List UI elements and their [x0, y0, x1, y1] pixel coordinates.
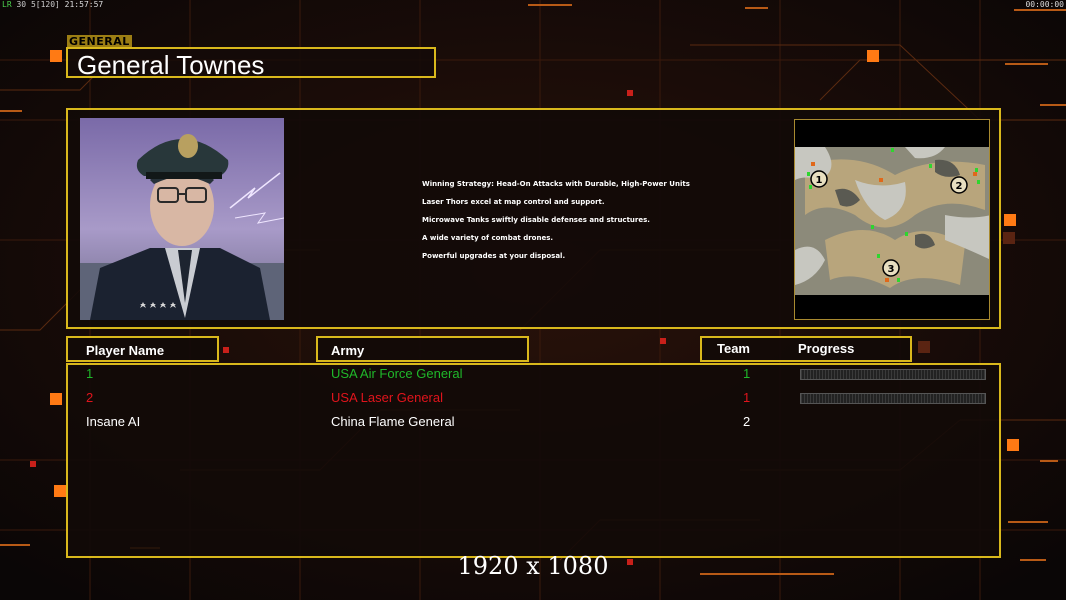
loading-progress-bar — [800, 393, 986, 404]
player-army: USA Laser General — [331, 390, 444, 405]
column-header-army-panel: Army — [316, 336, 529, 362]
general-portrait — [80, 118, 284, 320]
debug-overlay: LR 30 5[120] 21:57:57 — [2, 0, 103, 9]
player-name: 1 — [86, 366, 94, 381]
player-army: USA Air Force General — [331, 366, 463, 381]
strategy-bullet: Powerful upgrades at your disposal. — [422, 252, 566, 260]
map-start-marker: 1 — [816, 175, 823, 186]
fps-value: 30 — [16, 0, 27, 9]
title-panel: General Townes — [66, 47, 436, 80]
player-team: 1 — [743, 366, 751, 381]
column-header-team: Team — [717, 341, 750, 356]
map-preview: 1 2 3 — [794, 119, 990, 320]
strategy-bullet: Microwave Tanks swiftly disable defenses… — [422, 216, 650, 224]
strategy-bullet: Laser Thors excel at map control and sup… — [422, 198, 605, 206]
column-header-team-progress-panel: Team Progress — [700, 336, 912, 362]
strategy-bullet: A wide variety of combat drones. — [422, 234, 554, 242]
player-army: China Flame General — [331, 414, 455, 429]
frame-info: 5[120] — [30, 0, 60, 9]
column-header-player: Player Name — [86, 343, 165, 358]
player-team: 2 — [743, 414, 751, 429]
player-row: 1 USA Air Force General 1 — [0, 366, 1066, 386]
player-name: 2 — [86, 390, 94, 405]
player-team: 1 — [743, 390, 751, 405]
strategy-description: Winning Strategy: Head-On Attacks with D… — [422, 180, 690, 270]
fps-label: LR — [2, 0, 12, 9]
game-timer: 00:00:00 — [1025, 0, 1064, 9]
player-name: Insane AI — [86, 414, 141, 429]
player-row: Insane AI China Flame General 2 — [0, 414, 1066, 434]
resolution-label: 1920 x 1080 — [457, 552, 609, 580]
clock: 21:57:57 — [64, 0, 104, 9]
map-start-marker: 2 — [956, 181, 963, 192]
strategy-bullet: Winning Strategy: Head-On Attacks with D… — [422, 180, 690, 188]
map-start-marker: 3 — [888, 264, 895, 275]
player-row: 2 USA Laser General 1 — [0, 390, 1066, 410]
page-title: General Townes — [77, 50, 265, 80]
column-header-player-panel: Player Name — [66, 336, 219, 362]
column-header-army: Army — [331, 343, 365, 358]
column-header-progress: Progress — [798, 341, 855, 356]
loading-progress-bar — [800, 369, 986, 380]
